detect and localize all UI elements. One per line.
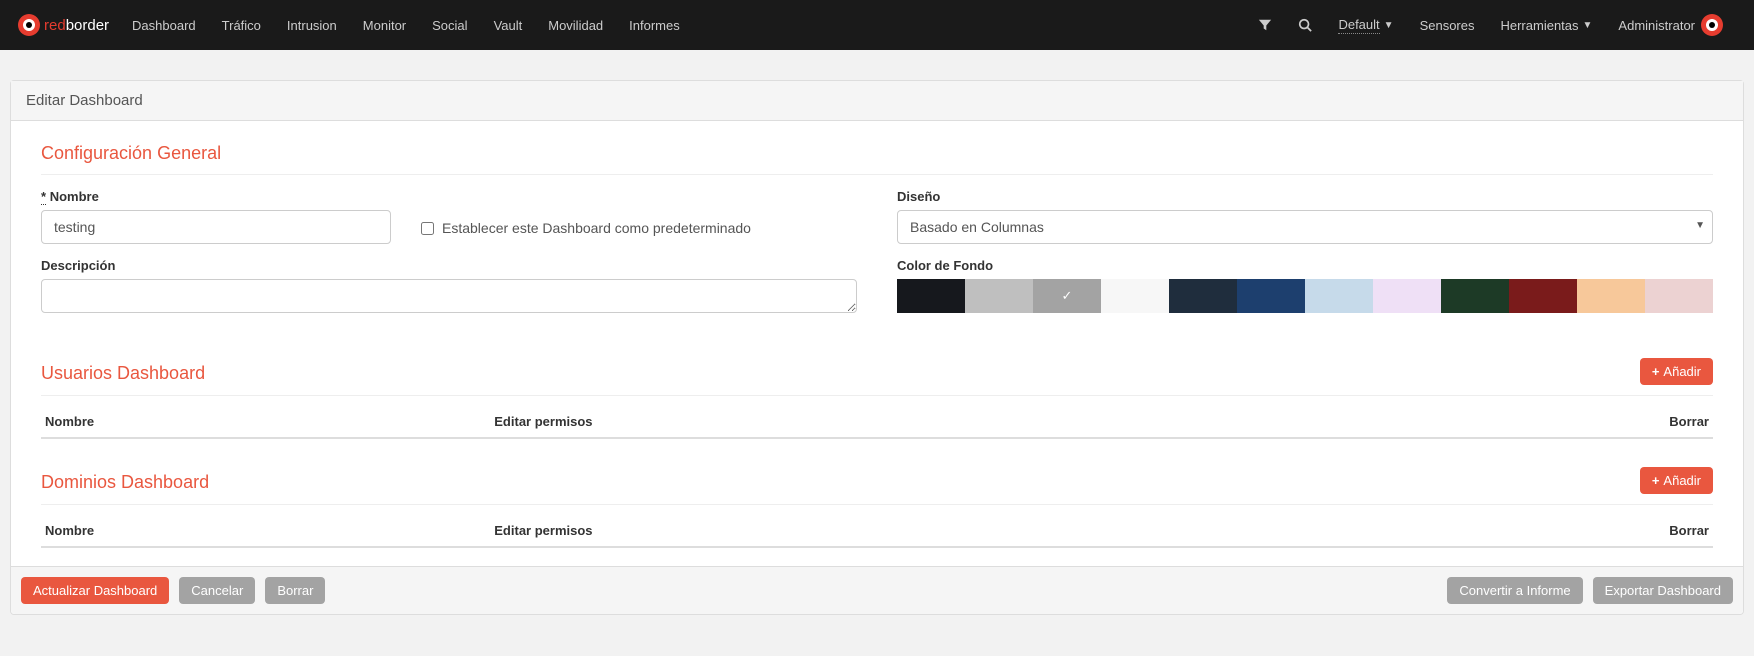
section-domains-title: Dominios Dashboard xyxy=(41,468,1640,493)
domains-th-del: Borrar xyxy=(1629,523,1709,538)
nav-right: Default▼ Sensores Herramientas▼ Administ… xyxy=(1245,0,1736,50)
color-swatch-8[interactable] xyxy=(1441,279,1509,313)
nav-informes[interactable]: Informes xyxy=(616,0,693,50)
edit-dashboard-panel: Editar Dashboard Configuración General *… xyxy=(10,80,1744,615)
color-swatch-2[interactable] xyxy=(1033,279,1101,313)
nav-intrusion[interactable]: Intrusion xyxy=(274,0,350,50)
top-navbar: redborder Dashboard Tráfico Intrusion Mo… xyxy=(0,0,1754,50)
user-avatar-icon xyxy=(1701,14,1723,36)
users-th-name: Nombre xyxy=(45,414,494,429)
panel-footer: Actualizar Dashboard Cancelar Borrar Con… xyxy=(11,566,1743,614)
nav-movilidad[interactable]: Movilidad xyxy=(535,0,616,50)
default-checkbox[interactable] xyxy=(421,222,434,235)
brand-logo[interactable]: redborder xyxy=(18,14,109,36)
nav-administrator[interactable]: Administrator xyxy=(1605,0,1736,50)
color-swatch-4[interactable] xyxy=(1169,279,1237,313)
nav-dashboard[interactable]: Dashboard xyxy=(119,0,209,50)
users-th-perm: Editar permisos xyxy=(494,414,1629,429)
section-divider xyxy=(41,395,1713,396)
add-domain-button[interactable]: + Añadir xyxy=(1640,467,1713,494)
bgcolor-label: Color de Fondo xyxy=(897,258,1713,273)
color-swatch-6[interactable] xyxy=(1305,279,1373,313)
default-checkbox-label: Establecer este Dashboard como predeterm… xyxy=(442,220,751,236)
nav-monitor[interactable]: Monitor xyxy=(350,0,419,50)
nav-trafico[interactable]: Tráfico xyxy=(209,0,274,50)
search-icon[interactable] xyxy=(1285,0,1325,50)
brand-logo-icon xyxy=(18,14,40,36)
design-label: Diseño xyxy=(897,189,1713,204)
nav-herramientas[interactable]: Herramientas▼ xyxy=(1487,0,1605,50)
color-swatch-11[interactable] xyxy=(1645,279,1713,313)
brand-logo-text: redborder xyxy=(44,17,109,34)
color-swatch-1[interactable] xyxy=(965,279,1033,313)
color-swatches xyxy=(897,279,1713,313)
add-user-button[interactable]: + Añadir xyxy=(1640,358,1713,385)
color-swatch-9[interactable] xyxy=(1509,279,1577,313)
color-swatch-7[interactable] xyxy=(1373,279,1441,313)
color-swatch-0[interactable] xyxy=(897,279,965,313)
section-divider xyxy=(41,174,1713,175)
cancel-button[interactable]: Cancelar xyxy=(179,577,255,604)
design-select[interactable]: Basado en Columnas xyxy=(897,210,1713,244)
color-swatch-5[interactable] xyxy=(1237,279,1305,313)
section-users-title: Usuarios Dashboard xyxy=(41,359,1640,384)
section-general-title: Configuración General xyxy=(41,139,1713,164)
nav-items: Dashboard Tráfico Intrusion Monitor Soci… xyxy=(119,0,693,50)
plus-icon: + xyxy=(1652,364,1660,379)
domains-th-name: Nombre xyxy=(45,523,494,538)
desc-label: Descripción xyxy=(41,258,857,273)
export-dashboard-button[interactable]: Exportar Dashboard xyxy=(1593,577,1733,604)
users-th-del: Borrar xyxy=(1629,414,1709,429)
caret-down-icon: ▼ xyxy=(1583,20,1593,31)
update-dashboard-button[interactable]: Actualizar Dashboard xyxy=(21,577,169,604)
nav-vault[interactable]: Vault xyxy=(481,0,536,50)
nav-sensores[interactable]: Sensores xyxy=(1407,0,1488,50)
desc-textarea[interactable] xyxy=(41,279,857,313)
name-label: * Nombre xyxy=(41,189,857,204)
section-divider xyxy=(41,504,1713,505)
delete-button[interactable]: Borrar xyxy=(265,577,325,604)
default-checkbox-wrap[interactable]: Establecer este Dashboard como predeterm… xyxy=(421,218,751,236)
filter-icon[interactable] xyxy=(1245,0,1285,50)
domains-th-perm: Editar permisos xyxy=(494,523,1629,538)
plus-icon: + xyxy=(1652,473,1660,488)
color-swatch-3[interactable] xyxy=(1101,279,1169,313)
users-table-header: Nombre Editar permisos Borrar xyxy=(41,406,1713,439)
nav-default-dropdown[interactable]: Default▼ xyxy=(1325,0,1406,50)
color-swatch-10[interactable] xyxy=(1577,279,1645,313)
name-input[interactable] xyxy=(41,210,391,244)
panel-title: Editar Dashboard xyxy=(11,81,1743,121)
convert-report-button[interactable]: Convertir a Informe xyxy=(1447,577,1582,604)
caret-down-icon: ▼ xyxy=(1384,20,1394,31)
domains-table-header: Nombre Editar permisos Borrar xyxy=(41,515,1713,548)
nav-social[interactable]: Social xyxy=(419,0,480,50)
